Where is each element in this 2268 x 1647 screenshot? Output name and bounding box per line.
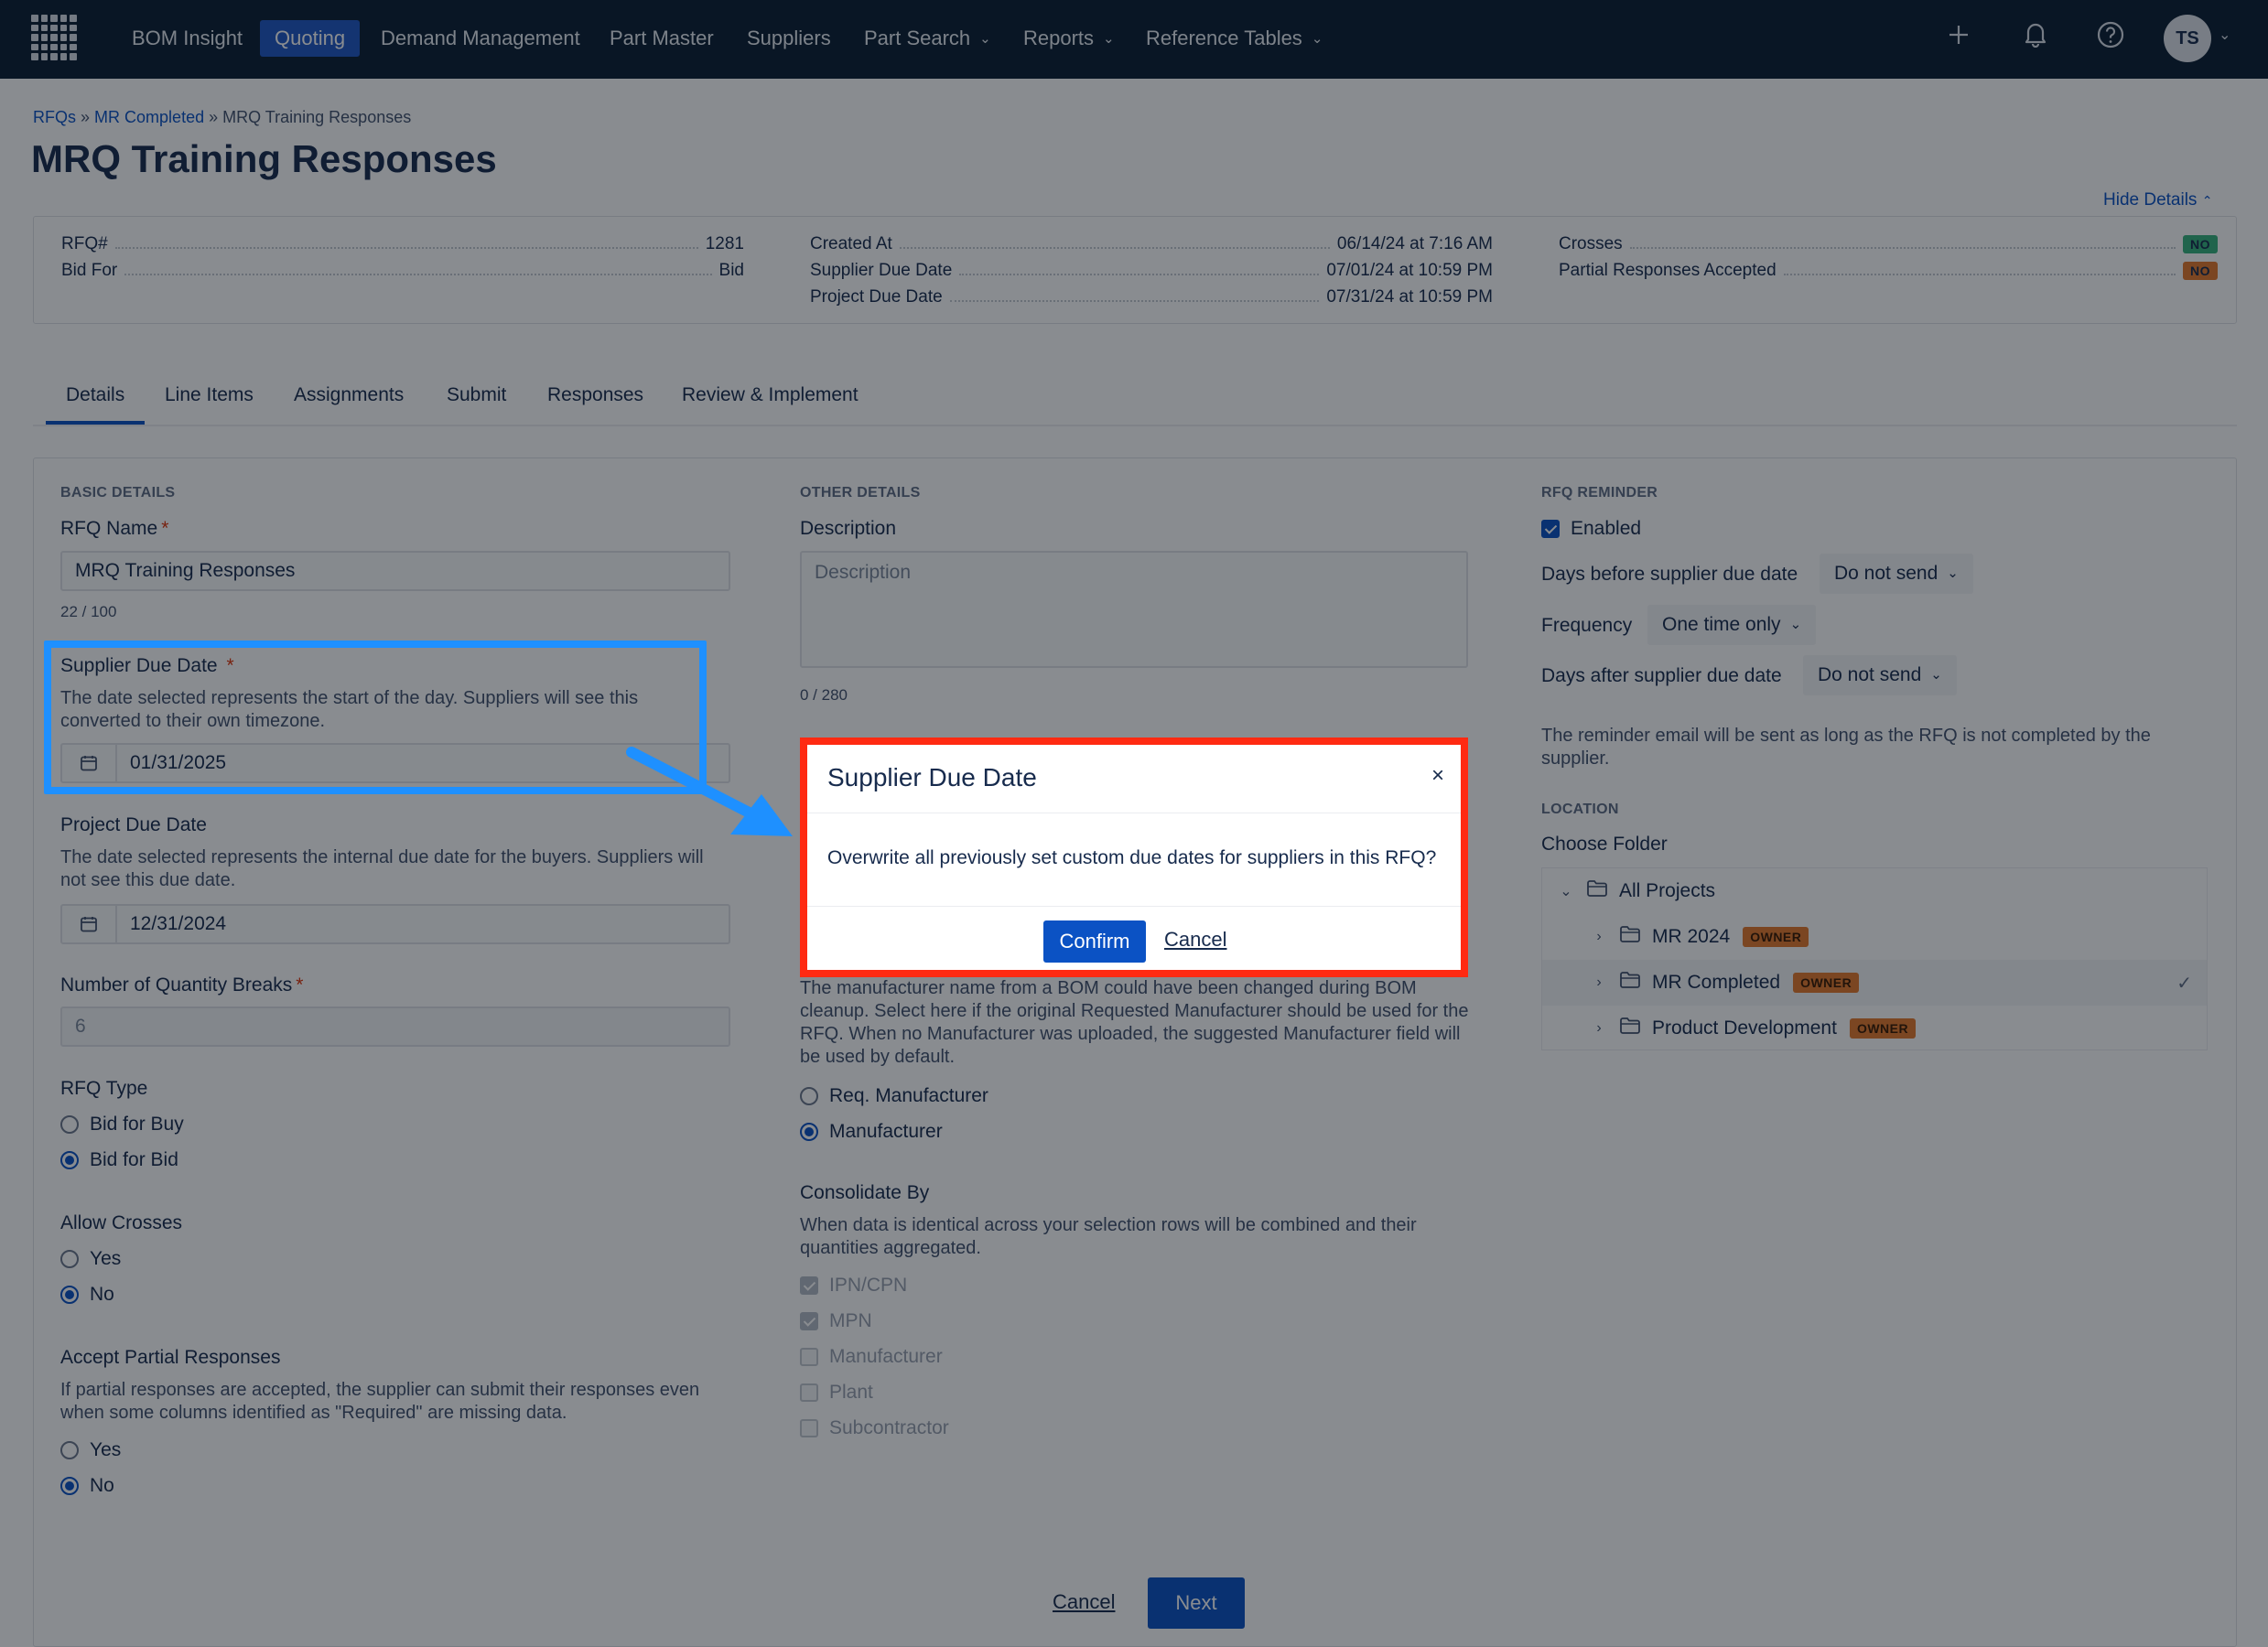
modal-message: Overwrite all previously set custom due … bbox=[827, 847, 1437, 868]
close-icon[interactable]: × bbox=[1431, 763, 1444, 789]
confirm-overwrite-modal: Supplier Due Date × Overwrite all previo… bbox=[800, 737, 1468, 977]
supplier-due-date-highlight bbox=[44, 640, 707, 794]
annotation-arrow-icon bbox=[626, 747, 793, 836]
confirm-button[interactable]: Confirm bbox=[1043, 920, 1146, 963]
modal-title: Supplier Due Date bbox=[827, 763, 1037, 791]
modal-cancel-link[interactable]: Cancel bbox=[1164, 928, 1226, 952]
modal-divider bbox=[807, 906, 1461, 907]
